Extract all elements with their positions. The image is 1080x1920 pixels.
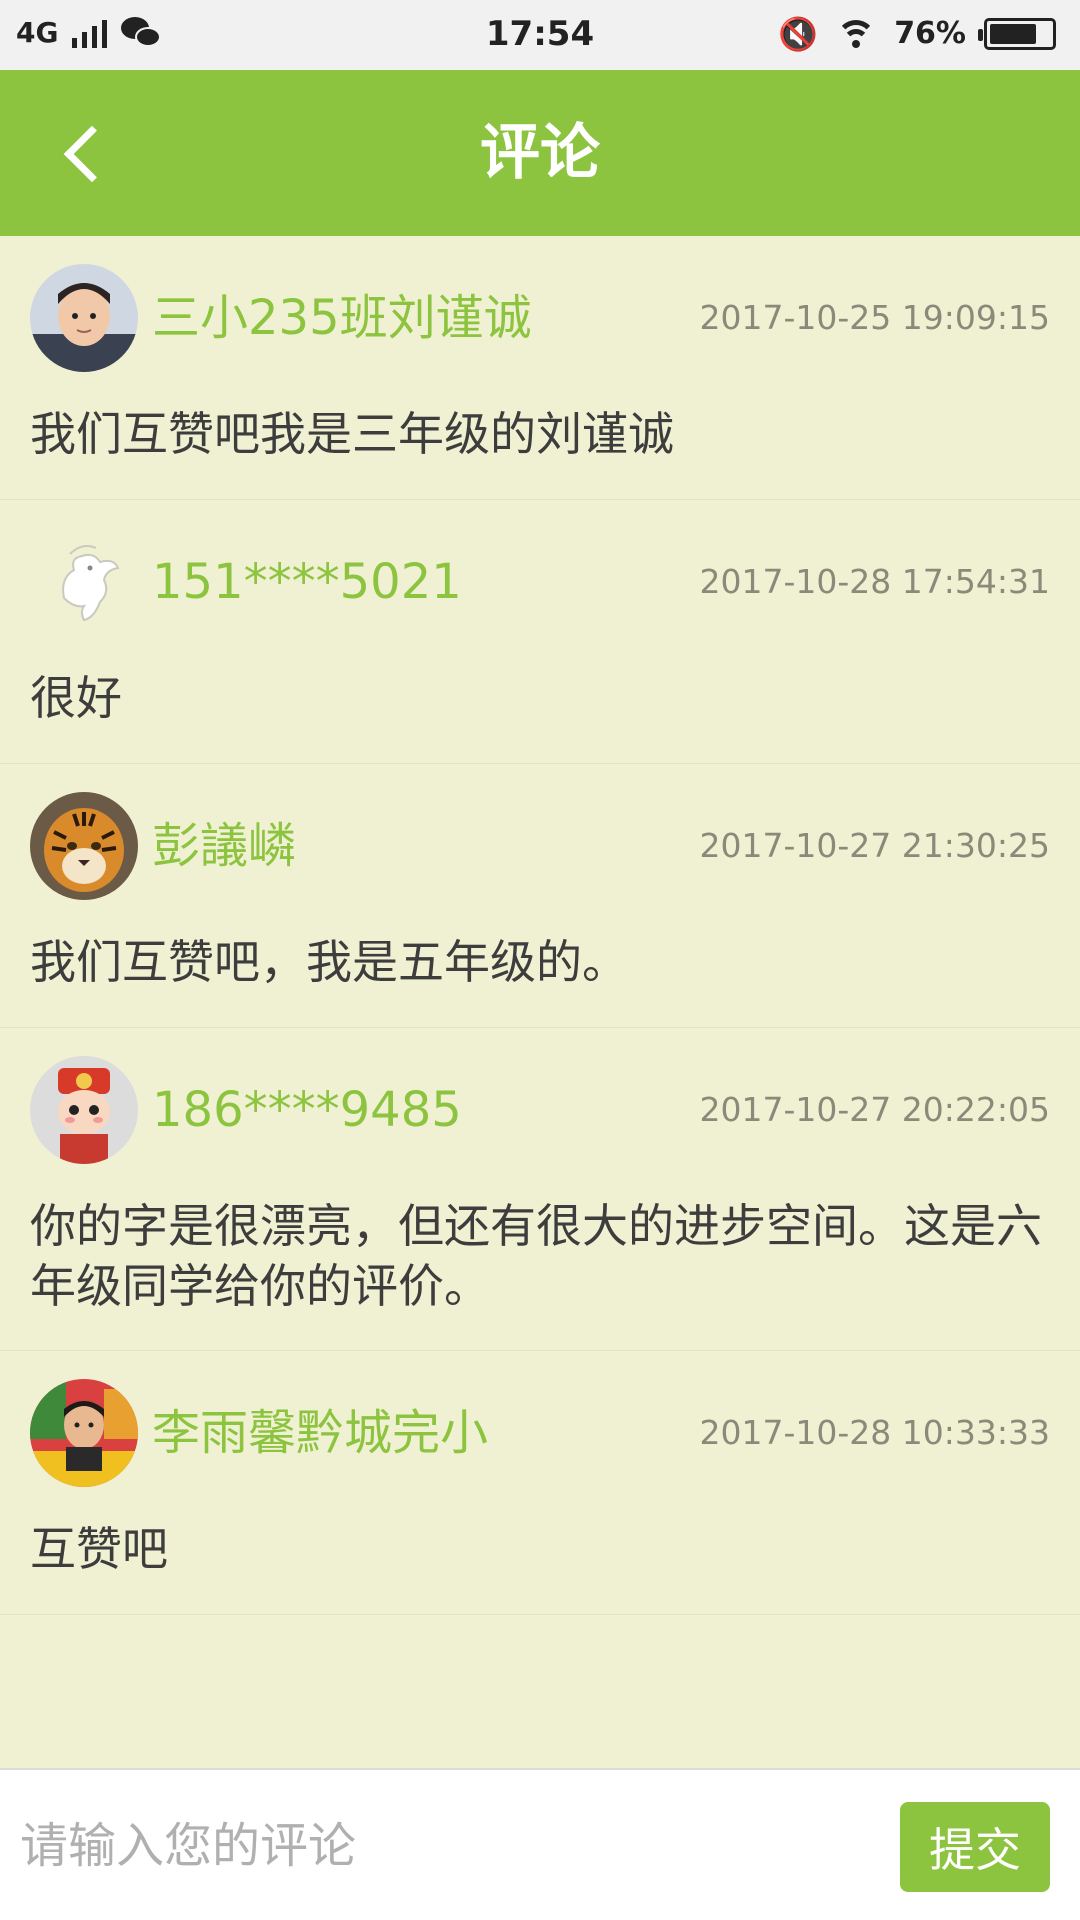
comment-item: 李雨馨黔城完小 2017-10-28 10:33:33 互赞吧 [0, 1351, 1080, 1615]
battery-fill [990, 23, 1036, 44]
comment-content: 你的字是很漂亮，但还有很大的进步空间。这是六年级同学给你的评价。 [30, 1199, 1042, 1313]
comment-username[interactable]: 李雨馨黔城完小 [152, 1401, 488, 1465]
comment-item: 186****9485 2017-10-27 20:22:05 你的字是很漂亮，… [0, 1028, 1080, 1351]
comment-content: 我们互赞吧我是三年级的刘谨诚 [30, 407, 674, 461]
comment-timestamp: 2017-10-25 19:09:15 [699, 298, 1050, 337]
comment-item: 三小235班刘谨诚 2017-10-25 19:09:15 我们互赞吧我是三年级… [0, 236, 1080, 500]
child-photo-avatar-icon [30, 264, 138, 372]
comment-input-bar: 提交 [0, 1768, 1080, 1920]
comment-timestamp: 2017-10-28 17:54:31 [699, 562, 1050, 601]
comment-list: 三小235班刘谨诚 2017-10-25 19:09:15 我们互赞吧我是三年级… [0, 236, 1080, 1615]
comment-username[interactable]: 彭議嶙 [152, 814, 296, 878]
tiger-avatar-icon [30, 792, 138, 900]
status-right: 🔇 76% [778, 16, 1056, 51]
avatar[interactable] [30, 1379, 138, 1487]
child-photo-avatar-icon [30, 1379, 138, 1487]
comment-timestamp: 2017-10-28 10:33:33 [699, 1413, 1050, 1452]
comment-username[interactable]: 186****9485 [152, 1078, 462, 1142]
comment-input[interactable] [20, 1806, 880, 1886]
cartoon-avatar-icon [30, 1056, 138, 1164]
comment-content: 互赞吧 [30, 1522, 168, 1576]
battery-icon [978, 17, 1056, 50]
avatar[interactable] [30, 528, 138, 636]
status-bar: 4G 17:54 🔇 76% [0, 0, 1080, 70]
comment-content: 我们互赞吧，我是五年级的。 [30, 935, 628, 989]
header-bar: 评论 [0, 70, 1080, 236]
comment-item: 彭議嶙 2017-10-27 21:30:25 我们互赞吧，我是五年级的。 [0, 764, 1080, 1028]
page-title: 评论 [480, 118, 600, 188]
submit-button[interactable]: 提交 [900, 1802, 1050, 1892]
comment-content: 很好 [30, 671, 122, 725]
comment-timestamp: 2017-10-27 20:22:05 [699, 1090, 1050, 1129]
mute-icon: 🔇 [778, 14, 819, 53]
wifi-icon [836, 18, 877, 50]
avatar[interactable] [30, 792, 138, 900]
comment-username[interactable]: 151****5021 [152, 550, 462, 614]
comment-item: 151****5021 2017-10-28 17:54:31 很好 [0, 500, 1080, 764]
comment-timestamp: 2017-10-27 21:30:25 [699, 826, 1050, 865]
battery-percent: 76% [894, 16, 966, 51]
default-dragon-avatar-icon [30, 528, 138, 636]
avatar[interactable] [30, 1056, 138, 1164]
avatar[interactable] [30, 264, 138, 372]
comment-username[interactable]: 三小235班刘谨诚 [152, 286, 532, 350]
